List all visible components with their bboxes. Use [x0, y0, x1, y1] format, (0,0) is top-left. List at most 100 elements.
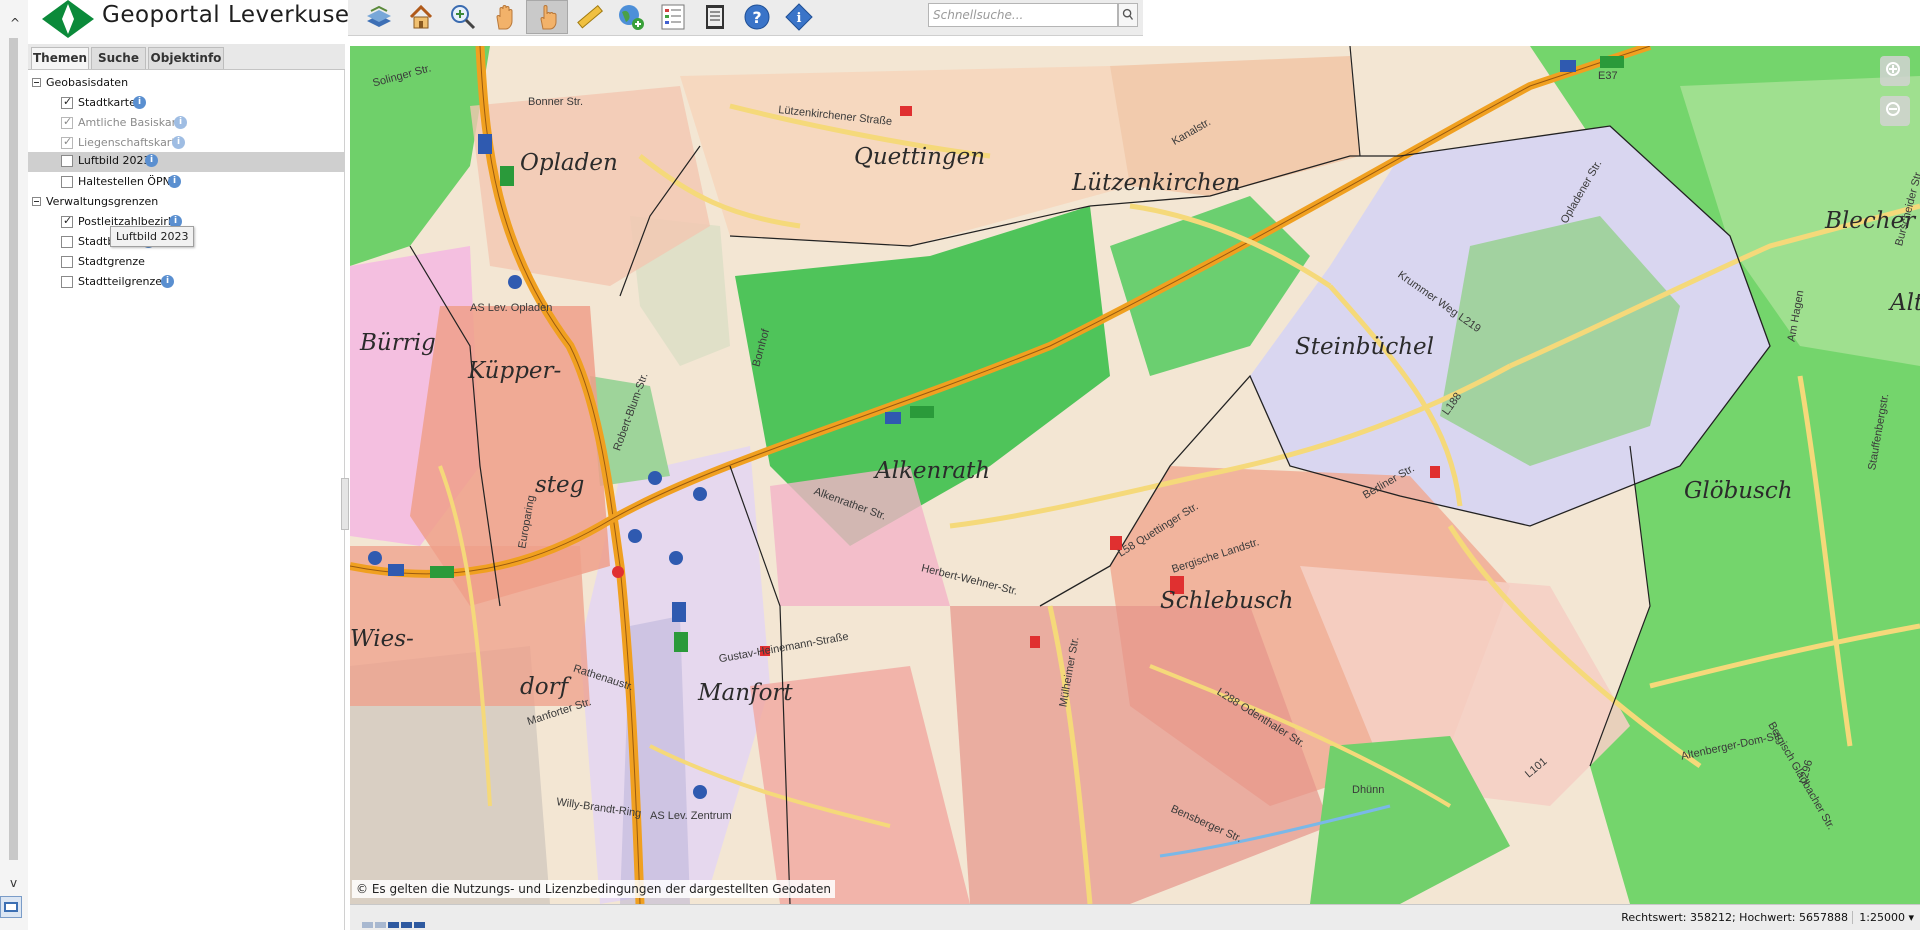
group-label: Geobasisdaten [46, 76, 129, 89]
place-label: Quettingen [854, 144, 986, 170]
layer-checkbox[interactable] [61, 236, 73, 248]
pan-tool-button[interactable] [484, 0, 526, 34]
layer-checkbox[interactable] [61, 135, 73, 149]
search-button[interactable] [1118, 3, 1138, 27]
status-bar: Rechtswert: 358212; Hochwert: 5657888 1:… [350, 904, 1920, 930]
layer-label: Haltestellen ÖPNV [78, 175, 179, 188]
coordinate-readout: Rechtswert: 358212; Hochwert: 5657888 [1621, 911, 1848, 924]
place-label: steg [535, 472, 585, 498]
layer-row[interactable]: Stadtteilgrenzen i [28, 273, 345, 291]
zoom-in-button[interactable] [1880, 56, 1910, 86]
zoom-level-indicator[interactable] [362, 913, 427, 932]
header: Geoportal Leverkusen ? i Schnellsuche... [28, 0, 1920, 44]
zoom-step[interactable] [401, 922, 412, 928]
group-label: Verwaltungsgrenzen [46, 195, 159, 208]
place-label: Wies- [350, 626, 414, 652]
layer-label: Luftbild 2023 [78, 154, 151, 167]
zoom-step[interactable] [362, 922, 373, 928]
place-label: Lützenkirchen [1072, 170, 1241, 196]
place-label: Schlebusch [1160, 588, 1294, 614]
zoom-out-button[interactable] [1880, 96, 1910, 126]
tab-suche[interactable]: Suche [91, 47, 146, 69]
collapse-icon[interactable] [32, 78, 41, 87]
info-icon[interactable]: i [145, 154, 158, 167]
place-label: Glöbusch [1684, 478, 1793, 504]
layers-tool-button[interactable] [358, 0, 400, 34]
select-tool-button[interactable] [526, 0, 568, 34]
scroll-up-icon[interactable]: ^ [10, 16, 20, 30]
layer-tooltip: Luftbild 2023 [110, 226, 195, 247]
zoom-step[interactable] [375, 922, 386, 928]
info-icon[interactable]: i [174, 116, 187, 129]
tree-group-verwaltungsgrenzen[interactable]: Verwaltungsgrenzen [28, 193, 345, 211]
info-diamond-icon: i [785, 3, 813, 31]
info-icon[interactable]: i [133, 96, 146, 109]
place-label: Alt [1890, 290, 1920, 316]
panel-tabs: Themen Suche Objektinfo [28, 44, 345, 70]
zoom-step[interactable] [388, 922, 399, 928]
hand-icon [496, 5, 513, 30]
layer-label: Amtliche Basiskarte [78, 116, 188, 129]
panel-toggle-button[interactable] [0, 896, 22, 918]
measure-tool-button[interactable] [568, 0, 610, 34]
scrollbar-track[interactable] [9, 38, 18, 860]
quick-search-input[interactable]: Schnellsuche... [928, 3, 1118, 27]
layer-row[interactable]: Stadtgrenze [28, 253, 345, 271]
place-label: dorf [520, 674, 569, 700]
layer-label: Liegenschaftskarte [78, 136, 183, 149]
panel-collapse-handle[interactable] [341, 478, 349, 530]
info-icon[interactable]: i [172, 136, 185, 149]
place-label: Opladen [520, 150, 618, 176]
layer-row[interactable]: Haltestellen ÖPNV i [28, 173, 345, 191]
layer-row[interactable]: Liegenschaftskarte i [28, 134, 345, 152]
printer-icon [706, 5, 724, 29]
layer-label: Stadtkarte [78, 96, 136, 109]
layer-checkbox[interactable] [61, 176, 73, 188]
layers-icon [367, 5, 391, 27]
place-label: Steinbüchel [1295, 334, 1434, 360]
scale-select[interactable]: 1:25000 ▾ [1852, 911, 1914, 924]
street-label: AS Lev. Opladen [470, 302, 553, 314]
copyright-notice: © Es gelten die Nutzungs- und Lizenzbedi… [352, 880, 835, 898]
place-label: Küpper- [468, 358, 562, 384]
pointer-hand-icon [540, 5, 557, 30]
print-tool-button[interactable] [694, 0, 736, 34]
app-title: Geoportal Leverkusen [102, 2, 365, 28]
add-service-tool-button[interactable] [610, 0, 652, 34]
tab-objektinfo[interactable]: Objektinfo [148, 47, 224, 69]
place-label: Manfort [698, 680, 793, 706]
tab-themen[interactable]: Themen [31, 47, 89, 69]
ruler-icon [577, 4, 603, 29]
layer-checkbox[interactable] [61, 115, 73, 129]
help-tool-button[interactable]: ? [736, 0, 778, 34]
info-icon[interactable]: i [168, 175, 181, 188]
collapse-icon[interactable] [32, 197, 41, 206]
layer-row-selected[interactable]: Luftbild 2023 i [28, 152, 345, 172]
scroll-down-icon[interactable]: v [10, 876, 17, 890]
street-label: Dhünn [1352, 784, 1385, 796]
info-tool-button[interactable]: i [778, 0, 820, 34]
home-tool-button[interactable] [400, 0, 442, 34]
zoom-step[interactable] [414, 922, 425, 928]
panel-icon [4, 902, 18, 912]
left-scrollbar[interactable]: ^ v [0, 0, 28, 930]
street-label: Bonner Str. [528, 96, 584, 108]
layer-label: Stadtgrenze [78, 255, 145, 268]
layer-row[interactable]: Amtliche Basiskarte i [28, 114, 345, 132]
layer-checkbox[interactable] [61, 214, 73, 228]
layer-checkbox[interactable] [61, 276, 73, 288]
toolbar: ? i Schnellsuche... [348, 0, 1143, 36]
info-icon[interactable]: i [161, 275, 174, 288]
layer-panel: Themen Suche Objektinfo Geobasisdaten St… [28, 44, 345, 930]
street-label: AS Lev. Zentrum [650, 810, 732, 822]
search-icon [1122, 8, 1134, 20]
layer-checkbox[interactable] [61, 256, 73, 268]
layer-row[interactable]: Stadtkarte i [28, 94, 345, 112]
map-canvas[interactable]: Opladen Quettingen Lützenkirchen Blecher… [350, 46, 1920, 904]
zoom-tool-button[interactable] [442, 0, 484, 34]
help-icon: ? [744, 4, 770, 30]
layer-checkbox[interactable] [61, 155, 73, 167]
layer-checkbox[interactable] [61, 95, 73, 109]
tree-group-geobasisdaten[interactable]: Geobasisdaten [28, 74, 345, 92]
legend-tool-button[interactable] [652, 0, 694, 34]
